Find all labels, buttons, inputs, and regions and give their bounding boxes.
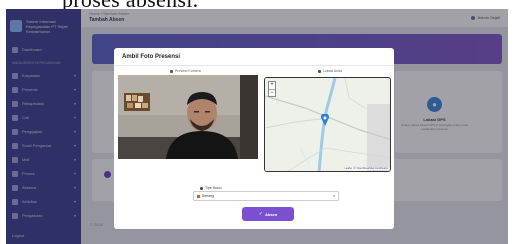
selfie-image (118, 75, 258, 159)
camera-caption: Preview Kamera (170, 69, 201, 73)
check-icon: ✓ (258, 211, 263, 217)
map-zoom-control: + − (268, 81, 276, 97)
submit-button-label: Absen (264, 211, 278, 217)
chevron-down-icon: ▾ (333, 194, 335, 198)
attendance-photo-modal: Ambil Foto Presensi Preview Kamera Lokas… (114, 48, 394, 229)
mood-label: Tipe Mood (200, 186, 221, 190)
mood-swatch-icon (197, 194, 200, 198)
map-caption-text: Lokasi Anda (323, 69, 343, 73)
modal-divider (114, 65, 394, 66)
app-screen: Sistem Informasi Kepegawaian PT Sejati K… (6, 9, 508, 244)
map-caption: Lokasi Anda (318, 69, 342, 73)
map-marker-icon (318, 69, 321, 73)
mood-select-value: Senang (202, 194, 215, 198)
location-map[interactable]: + − Leaflet | © OpenStreetMap contributo… (264, 77, 391, 172)
submit-attendance-button[interactable]: ✓ Absen (242, 207, 294, 221)
smile-icon (200, 186, 203, 190)
mood-label-text: Tipe Mood (205, 186, 222, 190)
zoom-in-button[interactable]: + (269, 82, 275, 89)
map-attribution[interactable]: Leaflet | © OpenStreetMap contributors (343, 167, 389, 170)
camera-preview (118, 75, 258, 159)
map-pin-icon[interactable] (321, 114, 329, 126)
zoom-out-button[interactable]: − (269, 89, 275, 96)
mood-select[interactable]: Senang ▾ (193, 191, 339, 201)
modal-title: Ambil Foto Presensi (122, 54, 181, 60)
camera-caption-text: Preview Kamera (175, 69, 201, 73)
camera-icon (170, 69, 173, 73)
